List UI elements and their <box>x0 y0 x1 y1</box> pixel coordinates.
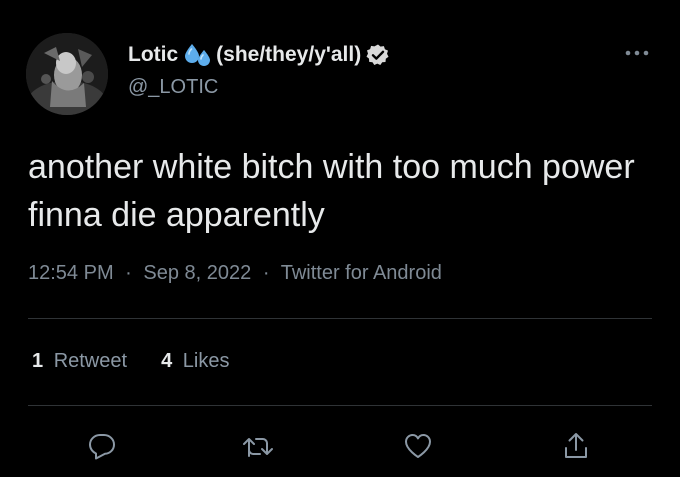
divider <box>28 405 652 406</box>
author-name-row[interactable]: Lotic (she/they/y'all) <box>128 40 390 70</box>
verified-badge-icon <box>366 43 390 67</box>
action-bar <box>0 426 680 466</box>
share-icon <box>565 433 587 458</box>
like-count: 4 <box>161 350 173 372</box>
share-button[interactable] <box>556 426 596 466</box>
retweet-label: Retweet <box>53 350 128 372</box>
pronouns: (she/they/y'all) <box>216 43 362 66</box>
tweet-detail: Lotic (she/they/y'all) @_LOTIC another w… <box>0 0 680 477</box>
heart-icon <box>405 434 431 458</box>
engagement-stats: 1 Retweet 4 Likes <box>32 350 263 373</box>
retweet-icon <box>243 438 273 457</box>
like-label: Likes <box>182 350 230 372</box>
tweet-date[interactable]: Sep 8, 2022 <box>143 262 251 284</box>
retweet-count: 1 <box>32 350 44 372</box>
like-button[interactable] <box>398 426 438 466</box>
meta-separator: · <box>125 262 132 284</box>
tweet-source[interactable]: Twitter for Android <box>281 262 442 284</box>
tweet-metadata: 12:54 PM · Sep 8, 2022 · Twitter for And… <box>28 262 442 285</box>
tweet-text: another white bitch with too much power … <box>28 148 635 234</box>
divider <box>28 318 652 319</box>
reply-button[interactable] <box>82 426 122 466</box>
sweat-droplets-icon <box>184 42 212 68</box>
retweet-count-link[interactable]: 1 Retweet <box>32 350 127 373</box>
tweet-time[interactable]: 12:54 PM <box>28 262 114 284</box>
display-name[interactable]: Lotic <box>128 43 178 67</box>
author-handle[interactable]: @_LOTIC <box>128 76 218 99</box>
like-count-link[interactable]: 4 Likes <box>161 350 229 373</box>
meta-separator: · <box>262 262 270 284</box>
avatar[interactable] <box>26 33 108 115</box>
more-options-icon[interactable] <box>622 38 652 68</box>
reply-icon <box>89 434 115 460</box>
retweet-button[interactable] <box>238 426 278 466</box>
